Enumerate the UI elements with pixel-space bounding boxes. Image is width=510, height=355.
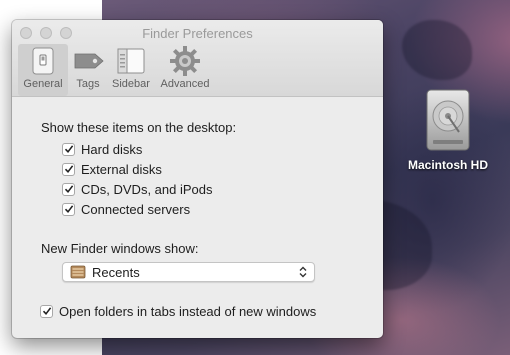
checkmark-icon <box>64 185 73 194</box>
checkmark-icon <box>42 307 51 316</box>
titlebar: Finder Preferences General Tags Sidebar … <box>12 20 383 97</box>
sidebar-icon <box>114 46 148 76</box>
checkbox-external-disks[interactable]: External disks <box>62 160 162 178</box>
new-window-popup[interactable]: Recents <box>62 262 315 282</box>
finder-preferences-window: Finder Preferences General Tags Sidebar … <box>12 20 383 338</box>
checkbox-open-in-tabs[interactable]: Open folders in tabs instead of new wind… <box>40 302 316 320</box>
checkbox[interactable] <box>62 202 75 216</box>
checkbox-label: External disks <box>81 161 162 177</box>
checkbox-connected-servers[interactable]: Connected servers <box>62 200 190 218</box>
checkbox-cds-dvds-ipods[interactable]: CDs, DVDs, and iPods <box>62 180 213 198</box>
checkbox-label: Hard disks <box>81 141 143 157</box>
wallpaper-texture <box>402 20 472 80</box>
checkbox-label: Connected servers <box>81 201 191 217</box>
recents-icon <box>70 265 86 279</box>
tag-icon <box>71 46 105 76</box>
checkmark-icon <box>64 165 73 174</box>
tab-label: Sidebar <box>112 78 150 90</box>
checkbox[interactable] <box>62 162 75 176</box>
checkmark-icon <box>64 205 73 214</box>
checkbox[interactable] <box>62 182 75 196</box>
checkbox-label: CDs, DVDs, and iPods <box>81 181 213 197</box>
tab-label: General <box>23 78 63 90</box>
window-title: Finder Preferences <box>142 26 253 41</box>
checkbox[interactable] <box>40 304 53 318</box>
checkbox-hard-disks[interactable]: Hard disks <box>62 140 142 158</box>
tab-advanced[interactable]: Advanced <box>156 44 214 96</box>
tab-label: Tags <box>76 78 100 90</box>
desktop-item-macintosh-hd[interactable]: Macintosh HD <box>403 88 493 172</box>
preferences-content: Show these items on the desktop: Hard di… <box>12 98 383 338</box>
tab-sidebar[interactable]: Sidebar <box>109 44 153 96</box>
desktop-items-heading: Show these items on the desktop: <box>41 120 237 135</box>
new-window-heading: New Finder windows show: <box>41 241 199 256</box>
checkmark-icon <box>64 145 73 154</box>
chevron-up-down-icon <box>299 266 307 278</box>
tab-label: Advanced <box>160 78 210 90</box>
popup-selected-value: Recents <box>92 264 140 280</box>
hard-drive-icon <box>426 89 470 151</box>
tab-general[interactable]: General <box>18 44 68 96</box>
gear-icon <box>168 46 202 76</box>
checkbox-label: Open folders in tabs instead of new wind… <box>59 303 317 319</box>
checkbox[interactable] <box>62 142 75 156</box>
general-icon <box>26 46 60 76</box>
desktop-item-label: Macintosh HD <box>407 158 488 172</box>
tab-tags[interactable]: Tags <box>70 44 106 96</box>
